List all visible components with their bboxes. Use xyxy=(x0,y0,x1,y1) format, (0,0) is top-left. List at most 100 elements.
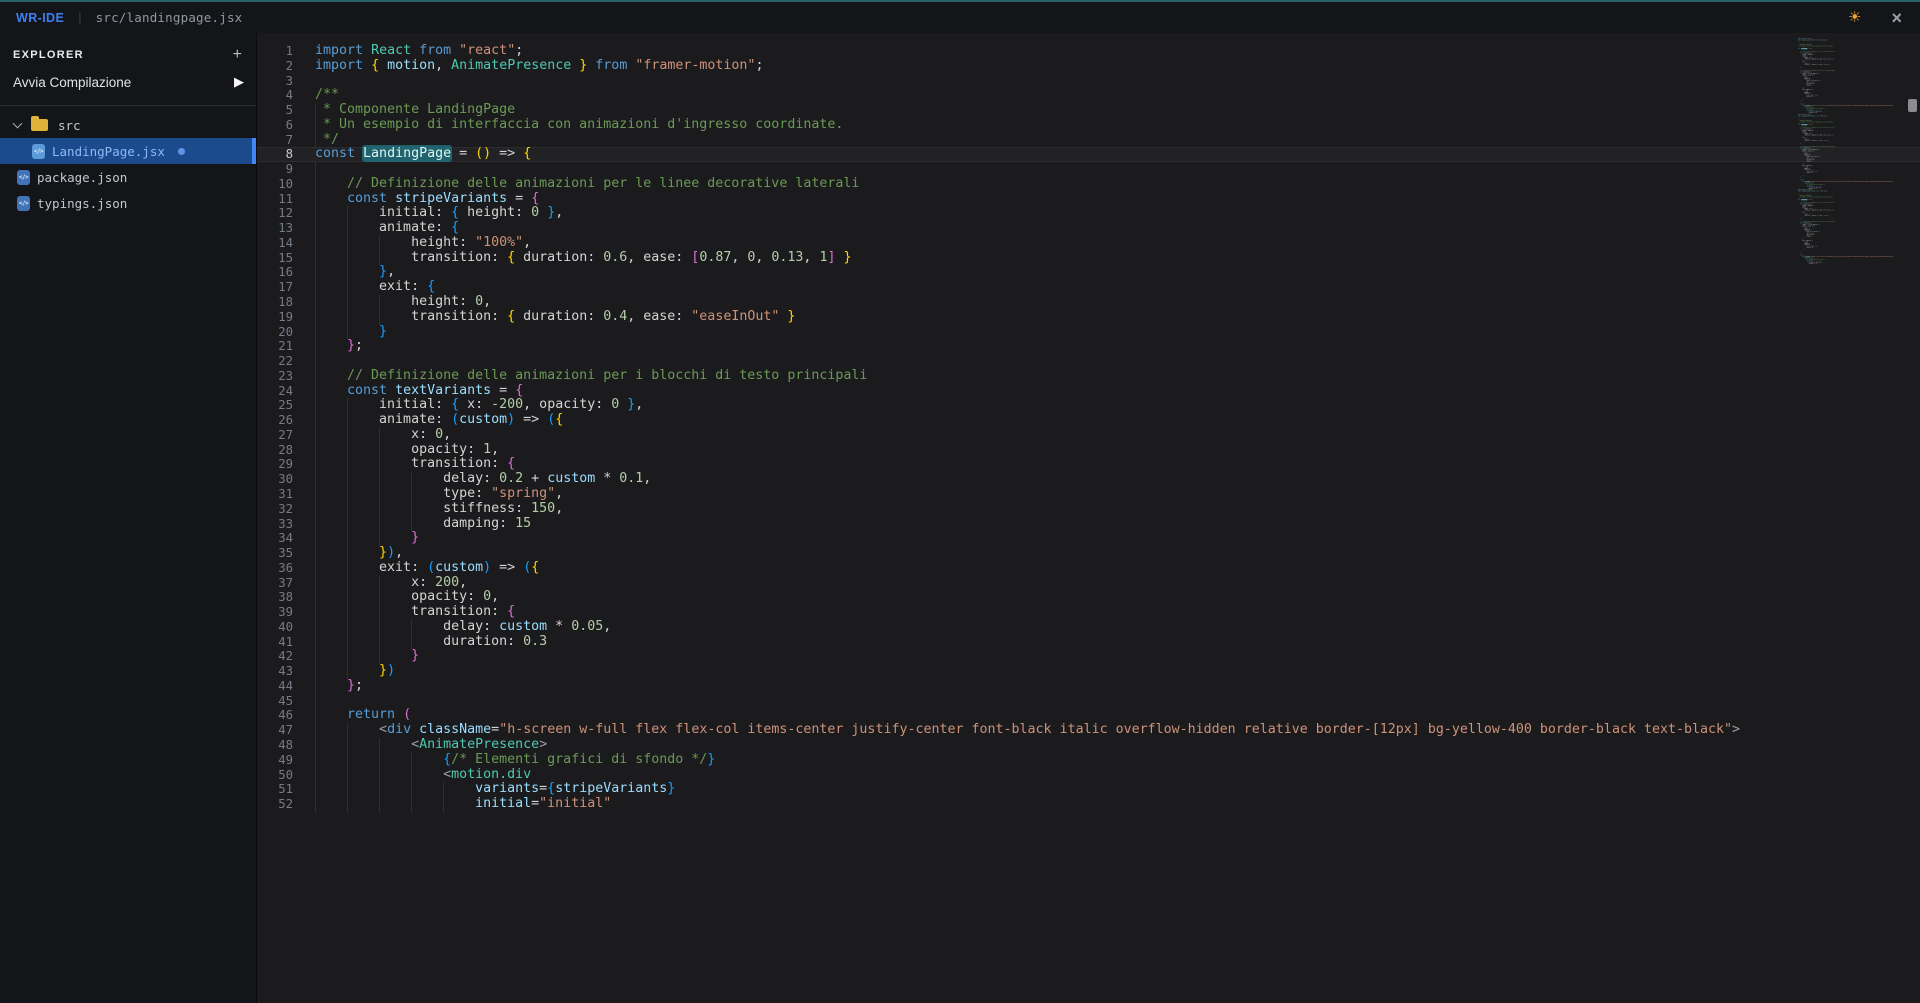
line-content[interactable]: }, xyxy=(315,265,1920,280)
code-line-38[interactable]: 38 opacity: 0, xyxy=(257,590,1920,605)
minimap-content[interactable]: import React from "react";import { motio… xyxy=(1798,38,1906,114)
line-number[interactable]: 1 xyxy=(257,44,293,59)
line-content[interactable]: height: 0, xyxy=(315,295,1920,310)
code-line-3[interactable]: 3 xyxy=(257,74,1920,89)
tree-item-package-json[interactable]: </>package.json xyxy=(0,164,256,190)
code-line-10[interactable]: 10 // Definizione delle animazioni per l… xyxy=(257,177,1920,192)
line-content[interactable]: x: 0, xyxy=(315,428,1920,443)
code-line-51[interactable]: 51 variants={stripeVariants} xyxy=(257,782,1920,797)
line-number[interactable]: 51 xyxy=(257,782,293,797)
code-line-28[interactable]: 28 opacity: 1, xyxy=(257,443,1920,458)
code-line-12[interactable]: 12 initial: { height: 0 }, xyxy=(257,206,1920,221)
line-content[interactable]: }; xyxy=(315,679,1920,694)
code-line-14[interactable]: 14 height: "100%", xyxy=(257,236,1920,251)
code-line-26[interactable]: 26 animate: (custom) => ({ xyxy=(257,413,1920,428)
line-content[interactable] xyxy=(315,354,1920,369)
code-line-27[interactable]: 27 x: 0, xyxy=(257,428,1920,443)
line-content[interactable]: import React from "react"; xyxy=(315,44,1920,59)
code-line-20[interactable]: 20 } xyxy=(257,325,1920,340)
code-line-23[interactable]: 23 // Definizione delle animazioni per i… xyxy=(257,369,1920,384)
line-number[interactable]: 42 xyxy=(257,649,293,664)
tree-item-typings-json[interactable]: </>typings.json xyxy=(0,190,256,216)
line-number[interactable]: 32 xyxy=(257,502,293,517)
line-content[interactable]: /** xyxy=(315,88,1920,103)
line-content[interactable]: damping: 15 xyxy=(315,517,1920,532)
line-content[interactable]: delay: custom * 0.05, xyxy=(315,620,1920,635)
line-number[interactable]: 49 xyxy=(257,753,293,768)
line-content[interactable]: const stripeVariants = { xyxy=(315,192,1920,207)
line-number[interactable]: 14 xyxy=(257,236,293,251)
line-number[interactable]: 5 xyxy=(257,103,293,118)
line-number[interactable]: 34 xyxy=(257,531,293,546)
line-content[interactable]: transition: { xyxy=(315,605,1920,620)
code-line-34[interactable]: 34 } xyxy=(257,531,1920,546)
line-number[interactable]: 36 xyxy=(257,561,293,576)
tree-item-src[interactable]: src xyxy=(0,112,256,138)
line-number[interactable]: 20 xyxy=(257,325,293,340)
code-line-17[interactable]: 17 exit: { xyxy=(257,280,1920,295)
line-content[interactable]: variants={stripeVariants} xyxy=(315,782,1920,797)
line-number[interactable]: 37 xyxy=(257,576,293,591)
code-line-36[interactable]: 36 exit: (custom) => ({ xyxy=(257,561,1920,576)
code-line-11[interactable]: 11 const stripeVariants = { xyxy=(257,192,1920,207)
line-content[interactable]: } xyxy=(315,649,1920,664)
code-line-41[interactable]: 41 duration: 0.3 xyxy=(257,635,1920,650)
line-content[interactable]: transition: { xyxy=(315,457,1920,472)
line-number[interactable]: 50 xyxy=(257,768,293,783)
line-content[interactable]: initial="initial" xyxy=(315,797,1920,812)
code-line-13[interactable]: 13 animate: { xyxy=(257,221,1920,236)
line-number[interactable]: 4 xyxy=(257,88,293,103)
code-line-5[interactable]: 5 * Componente LandingPage xyxy=(257,103,1920,118)
code-line-33[interactable]: 33 damping: 15 xyxy=(257,517,1920,532)
line-content[interactable]: duration: 0.3 xyxy=(315,635,1920,650)
line-content[interactable]: transition: { duration: 0.4, ease: "ease… xyxy=(315,310,1920,325)
code-line-42[interactable]: 42 } xyxy=(257,649,1920,664)
line-content[interactable]: animate: { xyxy=(315,221,1920,236)
code-line-46[interactable]: 46 return ( xyxy=(257,708,1920,723)
code-line-37[interactable]: 37 x: 200, xyxy=(257,576,1920,591)
line-number[interactable]: 43 xyxy=(257,664,293,679)
code-line-2[interactable]: 2 import { motion, AnimatePresence } from… xyxy=(257,59,1920,74)
code-line-24[interactable]: 24 const textVariants = { xyxy=(257,384,1920,399)
line-number[interactable]: 46 xyxy=(257,708,293,723)
line-number[interactable]: 19 xyxy=(257,310,293,325)
line-number[interactable]: 10 xyxy=(257,177,293,192)
line-content[interactable]: */ xyxy=(315,133,1920,148)
line-number[interactable]: 29 xyxy=(257,457,293,472)
line-number[interactable]: 11 xyxy=(257,192,293,207)
code-editor[interactable]: 1 import React from "react"; 2 import { mot… xyxy=(256,33,1920,1003)
code-line-44[interactable]: 44 }; xyxy=(257,679,1920,694)
line-number[interactable]: 24 xyxy=(257,384,293,399)
line-content[interactable]: <motion.div xyxy=(315,768,1920,783)
line-content[interactable]: // Definizione delle animazioni per i bl… xyxy=(315,369,1920,384)
line-content[interactable]: stiffness: 150, xyxy=(315,502,1920,517)
line-content[interactable]: import { motion, AnimatePresence } from … xyxy=(315,59,1920,74)
line-content[interactable]: const textVariants = { xyxy=(315,384,1920,399)
line-number[interactable]: 13 xyxy=(257,221,293,236)
code-line-22[interactable]: 22 xyxy=(257,354,1920,369)
line-number[interactable]: 17 xyxy=(257,280,293,295)
code-line-45[interactable]: 45 xyxy=(257,694,1920,709)
line-number[interactable]: 16 xyxy=(257,265,293,280)
line-number[interactable]: 47 xyxy=(257,723,293,738)
line-number[interactable]: 44 xyxy=(257,679,293,694)
line-number[interactable]: 8 xyxy=(257,147,293,162)
code-line-35[interactable]: 35 }), xyxy=(257,546,1920,561)
line-content[interactable]: return ( xyxy=(315,708,1920,723)
line-number[interactable]: 28 xyxy=(257,443,293,458)
line-number[interactable]: 52 xyxy=(257,797,293,812)
code-line-15[interactable]: 15 transition: { duration: 0.6, ease: [0… xyxy=(257,251,1920,266)
line-number[interactable]: 12 xyxy=(257,206,293,221)
line-number[interactable]: 40 xyxy=(257,620,293,635)
line-number[interactable]: 21 xyxy=(257,339,293,354)
code-line-49[interactable]: 49 {/* Elementi grafici di sfondo */} xyxy=(257,753,1920,768)
new-file-button[interactable]: + xyxy=(233,47,242,63)
line-content[interactable] xyxy=(315,74,1920,89)
line-content[interactable]: exit: (custom) => ({ xyxy=(315,561,1920,576)
line-content[interactable]: transition: { duration: 0.6, ease: [0.87… xyxy=(315,251,1920,266)
line-content[interactable]: const LandingPage = () => { xyxy=(315,147,1920,162)
line-content[interactable]: delay: 0.2 + custom * 0.1, xyxy=(315,472,1920,487)
line-number[interactable]: 6 xyxy=(257,118,293,133)
line-number[interactable]: 30 xyxy=(257,472,293,487)
line-number[interactable]: 2 xyxy=(257,59,293,74)
